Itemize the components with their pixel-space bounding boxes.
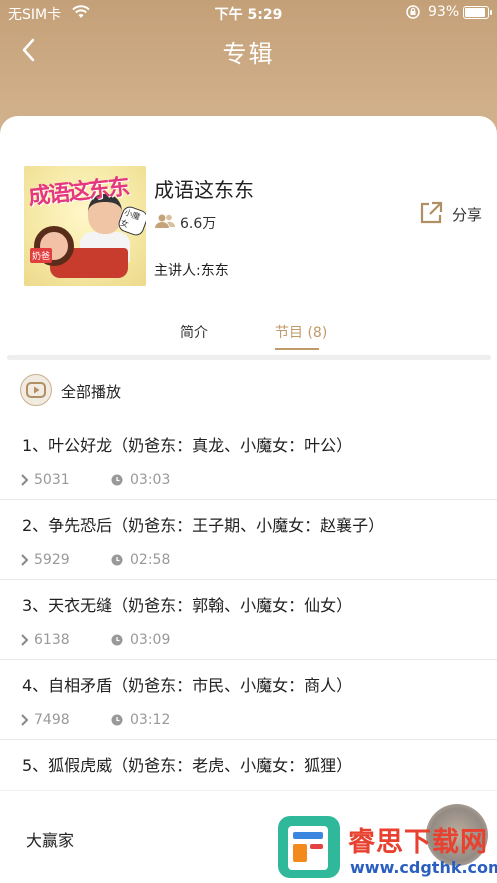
play-all-icon: [20, 374, 52, 406]
people-icon: [154, 213, 176, 233]
clock-icon: [111, 714, 123, 730]
nav-bar: 专辑: [0, 28, 497, 72]
status-bar: 无SIM卡 下午 5:29 93%: [0, 0, 497, 26]
play-count-icon: [20, 634, 30, 650]
play-count: 6138: [34, 632, 70, 648]
share-icon: [418, 200, 444, 230]
duration: 03:09: [130, 632, 171, 648]
share-button[interactable]: 分享: [418, 200, 488, 228]
orientation-lock-icon: [406, 5, 420, 23]
watermark: 睿思下载网 www.cdgthk.com: [278, 804, 497, 883]
active-tab-indicator: [275, 348, 319, 350]
cover-tag: 奶爸: [30, 248, 53, 263]
share-label: 分享: [452, 206, 483, 224]
status-time: 下午 5:29: [214, 7, 283, 23]
play-count: 5929: [34, 552, 70, 568]
episode-item[interactable]: 1、叶公好龙（奶爸东：真龙、小魔女：叶公） 5031 03:03: [0, 420, 497, 500]
episode-item[interactable]: 4、自相矛盾（奶爸东：市民、小魔女：商人） 7498 03:12: [0, 660, 497, 740]
watermark-name: 睿思下载网: [348, 827, 488, 858]
page-title: 专辑: [222, 40, 275, 68]
watermark-url: www.cdgthk.com: [350, 858, 497, 877]
duration: 02:58: [130, 552, 171, 568]
episode-item[interactable]: 2、争先恐后（奶爸东：王子期、小魔女：赵襄子） 5929 02:58: [0, 500, 497, 580]
battery-percent: 93%: [428, 4, 460, 20]
clock-icon: [111, 634, 123, 650]
now-playing-title: 大赢家: [26, 831, 75, 850]
play-all-label: 全部播放: [61, 383, 122, 401]
tab-bar: 简介 节目 (8): [0, 312, 497, 360]
album-card: 成语这东东 奶爸 小魔女 成语这东东 6.6万 主讲人:东东 分享 简介 节目 …: [0, 116, 497, 883]
battery-icon: [463, 6, 492, 19]
duration: 03:03: [130, 472, 171, 488]
episode-title: 5、狐假虎威（奶爸东：老虎、小魔女：狐狸）: [22, 756, 353, 775]
play-count-icon: [20, 554, 30, 570]
clock-icon: [111, 474, 123, 490]
album-cover[interactable]: 成语这东东 奶爸 小魔女: [24, 166, 146, 286]
clock-icon: [111, 554, 123, 570]
play-count: 5031: [34, 472, 70, 488]
play-count: 7498: [34, 712, 70, 728]
episode-title: 4、自相矛盾（奶爸东：市民、小魔女：商人）: [22, 676, 353, 695]
episode-title: 2、争先恐后（奶爸东：王子期、小魔女：赵襄子）: [22, 516, 385, 535]
watermark-logo-icon: [278, 816, 340, 878]
duration: 03:12: [130, 712, 171, 728]
episode-title: 3、天衣无缝（奶爸东：郭翰、小魔女：仙女）: [22, 596, 353, 615]
tab-divider: [7, 355, 491, 360]
play-count-icon: [20, 714, 30, 730]
tab-programs[interactable]: 节目 (8): [275, 322, 327, 342]
episode-item[interactable]: 3、天衣无缝（奶爸东：郭翰、小魔女：仙女） 6138 03:09: [0, 580, 497, 660]
play-all-button[interactable]: 全部播放: [20, 374, 320, 406]
album-title: 成语这东东: [154, 178, 254, 202]
listener-count-text: 6.6万: [180, 216, 217, 232]
play-count-icon: [20, 474, 30, 490]
tab-intro[interactable]: 简介: [180, 322, 208, 342]
episode-title: 1、叶公好龙（奶爸东：真龙、小魔女：叶公）: [22, 436, 353, 455]
speaker-label: 主讲人:东东: [154, 263, 229, 279]
